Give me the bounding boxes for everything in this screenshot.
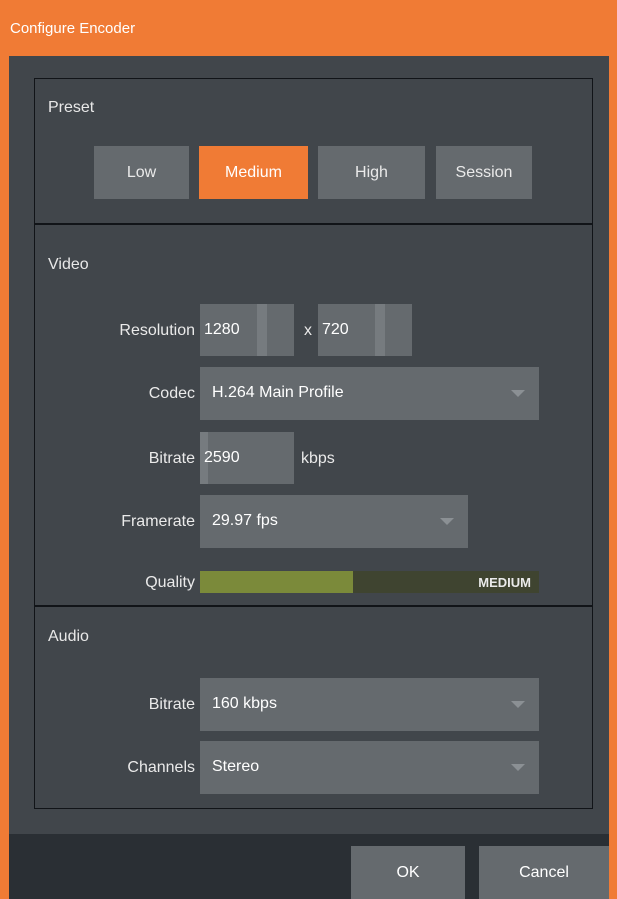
framerate-label: Framerate	[121, 513, 195, 530]
audio-bitrate-dropdown[interactable]: 160 kbps	[200, 678, 539, 731]
drag-handle[interactable]	[375, 304, 385, 356]
resolution-height-value: 720	[322, 321, 349, 338]
preset-section-label: Preset	[48, 99, 95, 116]
drag-handle[interactable]	[257, 304, 267, 356]
resolution-label: Resolution	[119, 322, 195, 339]
dialog-body: Preset Low Medium High Session Video Res…	[9, 56, 609, 899]
video-bitrate-label: Bitrate	[148, 450, 195, 467]
framerate-value: 29.97 fps	[212, 512, 278, 529]
quality-meter-fill	[200, 571, 353, 593]
video-bitrate-field[interactable]: 2590	[200, 432, 294, 484]
cancel-button[interactable]: Cancel	[479, 846, 609, 899]
codec-label: Codec	[148, 385, 195, 402]
framerate-dropdown[interactable]: 29.97 fps	[200, 495, 468, 548]
chevron-down-icon	[440, 518, 454, 525]
audio-bitrate-label: Bitrate	[148, 696, 195, 713]
channels-value: Stereo	[212, 758, 260, 775]
chevron-down-icon	[511, 390, 525, 397]
chevron-down-icon	[511, 764, 525, 771]
video-section: Video Resolution 1280 x 720 Codec H.264 …	[34, 224, 593, 606]
codec-dropdown[interactable]: H.264 Main Profile	[200, 367, 539, 420]
video-bitrate-unit: kbps	[301, 450, 335, 467]
resolution-separator: x	[304, 322, 312, 339]
preset-low-button[interactable]: Low	[94, 146, 189, 199]
dialog-footer: OK Cancel	[9, 834, 609, 899]
audio-section-label: Audio	[48, 628, 89, 645]
video-section-label: Video	[48, 256, 89, 273]
preset-high-button[interactable]: High	[318, 146, 425, 199]
preset-section: Preset Low Medium High Session	[34, 78, 593, 224]
preset-medium-button[interactable]: Medium	[199, 146, 308, 199]
preset-session-button[interactable]: Session	[436, 146, 532, 199]
title-bar: Configure Encoder	[0, 0, 617, 56]
video-bitrate-value: 2590	[204, 449, 240, 466]
quality-label: Quality	[145, 574, 195, 591]
chevron-down-icon	[511, 701, 525, 708]
window-title: Configure Encoder	[10, 20, 136, 37]
resolution-width-field[interactable]: 1280	[200, 304, 294, 356]
channels-label: Channels	[127, 759, 195, 776]
codec-value: H.264 Main Profile	[212, 384, 344, 401]
ok-button[interactable]: OK	[351, 846, 465, 899]
quality-level-text: MEDIUM	[478, 575, 531, 590]
quality-meter: MEDIUM	[200, 571, 539, 593]
resolution-width-value: 1280	[204, 321, 240, 338]
resolution-height-field[interactable]: 720	[318, 304, 412, 356]
channels-dropdown[interactable]: Stereo	[200, 741, 539, 794]
audio-section: Audio Bitrate 160 kbps Channels Stereo	[34, 606, 593, 809]
audio-bitrate-value: 160 kbps	[212, 695, 277, 712]
